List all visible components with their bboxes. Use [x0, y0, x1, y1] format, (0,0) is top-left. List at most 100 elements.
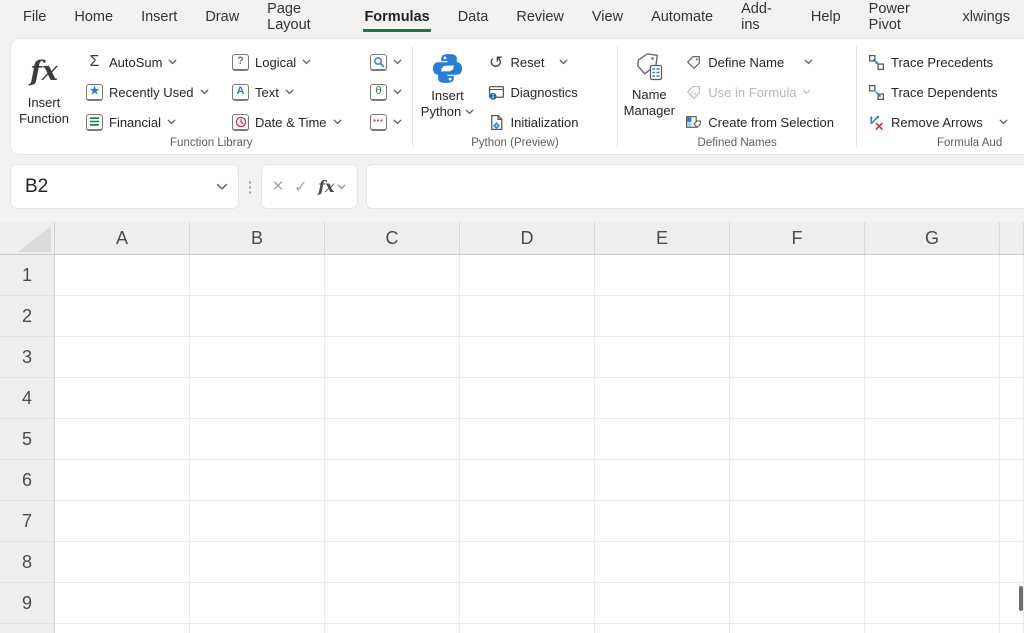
cell-H1[interactable]: [1000, 255, 1024, 296]
autosum-button[interactable]: Σ AutoSum: [81, 47, 227, 77]
cell-B8[interactable]: [190, 542, 325, 583]
column-header-b[interactable]: B: [190, 222, 325, 254]
tab-power-pivot[interactable]: Power Pivot: [855, 0, 949, 38]
row-header-6[interactable]: 6: [0, 460, 55, 501]
financial-button[interactable]: Financial: [81, 107, 227, 137]
diagnostics-button[interactable]: Diagnostics: [483, 77, 613, 107]
cell-E4[interactable]: [595, 378, 730, 419]
date-time-button[interactable]: Date & Time: [227, 107, 365, 137]
cell-F8[interactable]: [730, 542, 865, 583]
cell-A2[interactable]: [55, 296, 190, 337]
tab-page-layout[interactable]: Page Layout: [253, 0, 350, 38]
cell-F6[interactable]: [730, 460, 865, 501]
name-box-splitter[interactable]: ⋮: [239, 164, 261, 209]
cell-C8[interactable]: [325, 542, 460, 583]
name-manager-button[interactable]: Name Manager: [618, 47, 680, 137]
row-header-1[interactable]: 1: [0, 255, 55, 296]
column-header-g[interactable]: G: [865, 222, 1000, 254]
cell-C6[interactable]: [325, 460, 460, 501]
cell-G8[interactable]: [865, 542, 1000, 583]
cell-B7[interactable]: [190, 501, 325, 542]
cell-H8[interactable]: [1000, 542, 1024, 583]
select-all-corner[interactable]: [0, 222, 55, 254]
tab-home[interactable]: Home: [60, 0, 127, 38]
cell-D[interactable]: [460, 624, 595, 633]
cell-C1[interactable]: [325, 255, 460, 296]
cell-A7[interactable]: [55, 501, 190, 542]
insert-function-fx-button[interactable]: fx: [318, 177, 346, 196]
cell-A1[interactable]: [55, 255, 190, 296]
name-box[interactable]: B2: [10, 164, 239, 209]
trace-precedents-button[interactable]: Trace Precedents: [863, 47, 1013, 77]
tab-view[interactable]: View: [578, 0, 637, 38]
cell-C5[interactable]: [325, 419, 460, 460]
cell-E1[interactable]: [595, 255, 730, 296]
math-trig-button[interactable]: θ: [365, 77, 411, 107]
cell-E9[interactable]: [595, 583, 730, 624]
cell-C7[interactable]: [325, 501, 460, 542]
cell-A4[interactable]: [55, 378, 190, 419]
column-header-e[interactable]: E: [595, 222, 730, 254]
create-from-selection-button[interactable]: Create from Selection: [680, 107, 852, 137]
column-header-c[interactable]: C: [325, 222, 460, 254]
cell-E7[interactable]: [595, 501, 730, 542]
tab-formulas[interactable]: Formulas: [350, 0, 443, 38]
cell-D6[interactable]: [460, 460, 595, 501]
cell-A[interactable]: [55, 624, 190, 633]
cell-B2[interactable]: [190, 296, 325, 337]
more-functions-button[interactable]: •••: [365, 107, 411, 137]
row-header-2[interactable]: 2: [0, 296, 55, 337]
trace-dependents-button[interactable]: Trace Dependents: [863, 77, 1013, 107]
cell-C[interactable]: [325, 624, 460, 633]
name-box-chevron-icon[interactable]: [216, 183, 228, 191]
cell-B[interactable]: [190, 624, 325, 633]
row-header-7[interactable]: 7: [0, 501, 55, 542]
recently-used-button[interactable]: ★ Recently Used: [81, 77, 227, 107]
tab-automate[interactable]: Automate: [637, 0, 727, 38]
reset-button[interactable]: ↺ Reset: [483, 47, 613, 77]
chevron-down-icon[interactable]: [337, 184, 346, 190]
cell-C3[interactable]: [325, 337, 460, 378]
cell-F7[interactable]: [730, 501, 865, 542]
cell-H6[interactable]: [1000, 460, 1024, 501]
cell-D2[interactable]: [460, 296, 595, 337]
cell-B9[interactable]: [190, 583, 325, 624]
cell-E2[interactable]: [595, 296, 730, 337]
cell-E5[interactable]: [595, 419, 730, 460]
text-button[interactable]: A Text: [227, 77, 365, 107]
cell-B1[interactable]: [190, 255, 325, 296]
cell-C2[interactable]: [325, 296, 460, 337]
logical-button[interactable]: ? Logical: [227, 47, 365, 77]
remove-arrows-button[interactable]: Remove Arrows: [863, 107, 1013, 137]
cell-F3[interactable]: [730, 337, 865, 378]
cell-D9[interactable]: [460, 583, 595, 624]
lookup-reference-button[interactable]: [365, 47, 411, 77]
tab-xlwings[interactable]: xlwings: [948, 0, 1024, 38]
cell-G4[interactable]: [865, 378, 1000, 419]
cell-H5[interactable]: [1000, 419, 1024, 460]
row-header-9[interactable]: 9: [0, 583, 55, 624]
cell-F1[interactable]: [730, 255, 865, 296]
column-header-d[interactable]: D: [460, 222, 595, 254]
tab-help[interactable]: Help: [797, 0, 855, 38]
vertical-scrollbar-thumb[interactable]: [1019, 586, 1023, 611]
cell-H4[interactable]: [1000, 378, 1024, 419]
tab-review[interactable]: Review: [502, 0, 578, 38]
tab-data[interactable]: Data: [444, 0, 503, 38]
cell-A3[interactable]: [55, 337, 190, 378]
cell-E8[interactable]: [595, 542, 730, 583]
tab-add-ins[interactable]: Add-ins: [727, 0, 797, 38]
row-header-5[interactable]: 5: [0, 419, 55, 460]
cell-B5[interactable]: [190, 419, 325, 460]
row-header-8[interactable]: 8: [0, 542, 55, 583]
tab-file[interactable]: File: [9, 0, 60, 38]
cell-C4[interactable]: [325, 378, 460, 419]
tab-draw[interactable]: Draw: [191, 0, 253, 38]
cell-F2[interactable]: [730, 296, 865, 337]
cell-D5[interactable]: [460, 419, 595, 460]
cell-A9[interactable]: [55, 583, 190, 624]
column-header-a[interactable]: A: [55, 222, 190, 254]
cell-H7[interactable]: [1000, 501, 1024, 542]
row-header-partial[interactable]: [0, 624, 55, 633]
cell-F5[interactable]: [730, 419, 865, 460]
